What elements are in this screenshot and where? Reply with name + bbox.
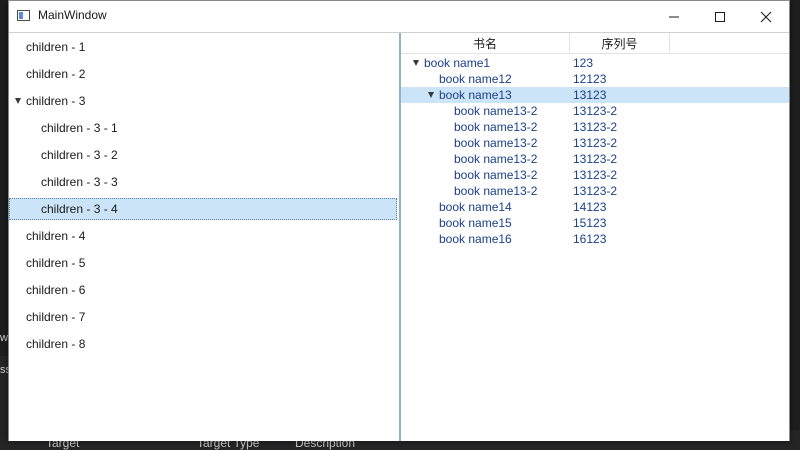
book-name: book name13-2 — [454, 104, 538, 118]
list-row[interactable]: book name13-2 13123-2 — [401, 183, 789, 199]
book-serial: 13123 — [573, 88, 607, 102]
tree-list-view[interactable]: 书名 序列号 book name1 123 book name12 12123 … — [401, 33, 789, 441]
tree-item-children-4[interactable]: children - 4 — [9, 223, 399, 250]
tree-item-children-7[interactable]: children - 7 — [9, 304, 399, 331]
tree-item-label: children - 3 - 2 — [41, 148, 118, 162]
tree-view[interactable]: children - 1 children - 2 children - 3 c… — [9, 33, 399, 441]
column-header-row: 书名 序列号 — [401, 33, 789, 54]
book-serial: 12123 — [573, 72, 607, 86]
tree-item-children-3[interactable]: children - 3 — [9, 88, 399, 115]
minimize-button[interactable] — [651, 1, 697, 32]
close-button[interactable] — [743, 1, 789, 32]
tree-item-children-6[interactable]: children - 6 — [9, 277, 399, 304]
tree-item-label: children - 7 — [26, 310, 86, 324]
book-serial: 123 — [573, 56, 594, 70]
book-name: book name13-2 — [454, 152, 538, 166]
book-name: book name13-2 — [454, 136, 538, 150]
tree-item-label: children - 6 — [26, 283, 86, 297]
maximize-icon — [715, 11, 725, 22]
tree-item-label: children - 8 — [26, 337, 86, 351]
tree-item-label: children - 3 - 1 — [41, 121, 118, 135]
tree-item-label: children - 4 — [26, 229, 86, 243]
list-row[interactable]: book name13-2 13123-2 — [401, 135, 789, 151]
expand-arrow-icon[interactable] — [413, 60, 419, 66]
column-header-name[interactable]: 书名 — [401, 33, 570, 53]
book-name: book name12 — [439, 72, 512, 86]
expand-arrow-icon[interactable] — [428, 92, 434, 98]
window-title: MainWindow — [38, 8, 107, 22]
tree-item-children-3-4[interactable]: children - 3 - 4 — [9, 198, 399, 225]
book-serial: 13123-2 — [573, 120, 618, 134]
tree-item-children-3-3[interactable]: children - 3 - 3 — [9, 169, 399, 196]
book-name: book name13 — [439, 88, 512, 102]
book-name: book name16 — [439, 232, 512, 246]
book-serial: 16123 — [573, 232, 607, 246]
book-name: book name13-2 — [454, 120, 538, 134]
book-name: book name15 — [439, 216, 512, 230]
list-row[interactable]: book name13-2 13123-2 — [401, 103, 789, 119]
list-row[interactable]: book name15 15123 — [401, 215, 789, 231]
tree-item-label: children - 3 - 4 — [41, 202, 118, 216]
expand-arrow-icon[interactable] — [15, 98, 21, 104]
tree-item-children-2[interactable]: children - 2 — [9, 61, 399, 88]
close-icon — [760, 11, 772, 22]
window-content: children - 1 children - 2 children - 3 c… — [9, 32, 789, 441]
tree-item-children-1[interactable]: children - 1 — [9, 34, 399, 61]
tree-item-children-3-2[interactable]: children - 3 - 2 — [9, 142, 399, 169]
maximize-button[interactable] — [697, 1, 743, 32]
book-serial: 13123-2 — [573, 104, 618, 118]
tree-item-label: children - 3 — [26, 94, 86, 108]
list-row[interactable]: book name13-2 13123-2 — [401, 119, 789, 135]
tree-item-label: children - 5 — [26, 256, 86, 270]
tree-item-label: children - 3 - 3 — [41, 175, 118, 189]
main-window: MainWindow children - 1 children - 2 chi… — [8, 0, 790, 441]
tree-item-label: children - 2 — [26, 67, 86, 81]
list-row[interactable]: book name14 14123 — [401, 199, 789, 215]
tree-item-children-3-1[interactable]: children - 3 - 1 — [9, 115, 399, 142]
column-header-serial[interactable]: 序列号 — [570, 33, 670, 53]
list-row[interactable]: book name12 12123 — [401, 71, 789, 87]
list-row[interactable]: book name1 123 — [401, 55, 789, 71]
book-name: book name14 — [439, 200, 512, 214]
tree-item-children-8[interactable]: children - 8 — [9, 331, 399, 358]
book-serial: 15123 — [573, 216, 607, 230]
title-bar[interactable]: MainWindow — [9, 1, 789, 32]
list-row[interactable]: book name16 16123 — [401, 231, 789, 247]
tree-item-children-5[interactable]: children - 5 — [9, 250, 399, 277]
minimize-icon — [669, 16, 679, 17]
tree-item-label: children - 1 — [26, 40, 86, 54]
book-serial: 13123-2 — [573, 184, 618, 198]
book-name: book name13-2 — [454, 184, 538, 198]
window-icon — [17, 10, 30, 21]
book-name: book name1 — [424, 56, 491, 70]
book-name: book name13-2 — [454, 168, 538, 182]
book-serial: 13123-2 — [573, 168, 618, 182]
book-serial: 13123-2 — [573, 136, 618, 150]
list-row[interactable]: book name13-2 13123-2 — [401, 151, 789, 167]
book-serial: 13123-2 — [573, 152, 618, 166]
list-row-selected[interactable]: book name13 13123 — [401, 87, 789, 103]
background-text: w — [0, 332, 8, 344]
list-row[interactable]: book name13-2 13123-2 — [401, 167, 789, 183]
book-serial: 14123 — [573, 200, 607, 214]
